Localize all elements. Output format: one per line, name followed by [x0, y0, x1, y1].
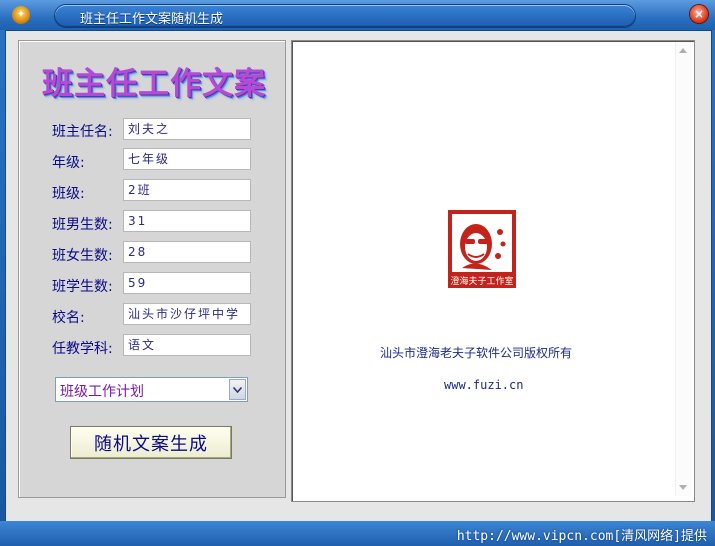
field-label-boys: 班男生数:: [52, 217, 113, 233]
title-bar[interactable]: ✦ 班主任工作文案随机生成 ×: [0, 0, 715, 30]
chevron-down-icon[interactable]: [229, 379, 246, 400]
document-type-select[interactable]: 班级工作计划: [55, 377, 248, 402]
students-count-input[interactable]: 59: [123, 272, 251, 294]
subject-input[interactable]: 语文: [123, 334, 251, 356]
class-input[interactable]: 2班: [123, 179, 251, 201]
field-label-subject: 任教学科:: [52, 341, 113, 357]
teacher-name-input[interactable]: 刘夫之: [123, 118, 251, 140]
preview-scrollbar[interactable]: [675, 42, 692, 496]
scroll-up-icon[interactable]: [679, 48, 687, 53]
document-type-value: 班级工作计划: [60, 384, 144, 400]
scroll-down-icon[interactable]: [679, 485, 687, 490]
grade-input[interactable]: 七年级: [123, 148, 251, 170]
watermark-text: http://www.vipcn.com[清风网络]提供: [456, 529, 707, 544]
field-label-teacher: 班主任名:: [52, 124, 113, 140]
close-button[interactable]: ×: [690, 5, 708, 23]
field-label-school: 校名:: [52, 310, 85, 326]
website-text: www.fuzi.cn: [444, 378, 524, 392]
generate-button[interactable]: 随机文案生成: [70, 426, 232, 459]
app-icon[interactable]: ✦: [12, 6, 30, 24]
girls-count-input[interactable]: 28: [123, 241, 251, 263]
boys-count-input[interactable]: 31: [123, 210, 251, 232]
field-label-students: 班学生数:: [52, 279, 113, 295]
field-label-grade: 年级:: [52, 155, 85, 171]
field-label-girls: 班女生数:: [52, 248, 113, 264]
window-title: 班主任工作文案随机生成: [80, 12, 224, 27]
copyright-text: 汕头市澄海老夫子软件公司版权所有: [380, 346, 573, 360]
app-window: ✦ 班主任工作文案随机生成 × 班主任工作文案 班主任名: 刘夫之 年级: 七年…: [0, 0, 715, 546]
studio-seal-logo: 澄海夫子工作室: [448, 210, 516, 288]
field-label-class: 班级:: [52, 186, 85, 202]
form-heading: 班主任工作文案: [42, 66, 266, 102]
school-name-input[interactable]: 汕头市沙仔坪中学: [123, 303, 251, 325]
seal-text: 澄海夫子工作室: [450, 275, 513, 287]
